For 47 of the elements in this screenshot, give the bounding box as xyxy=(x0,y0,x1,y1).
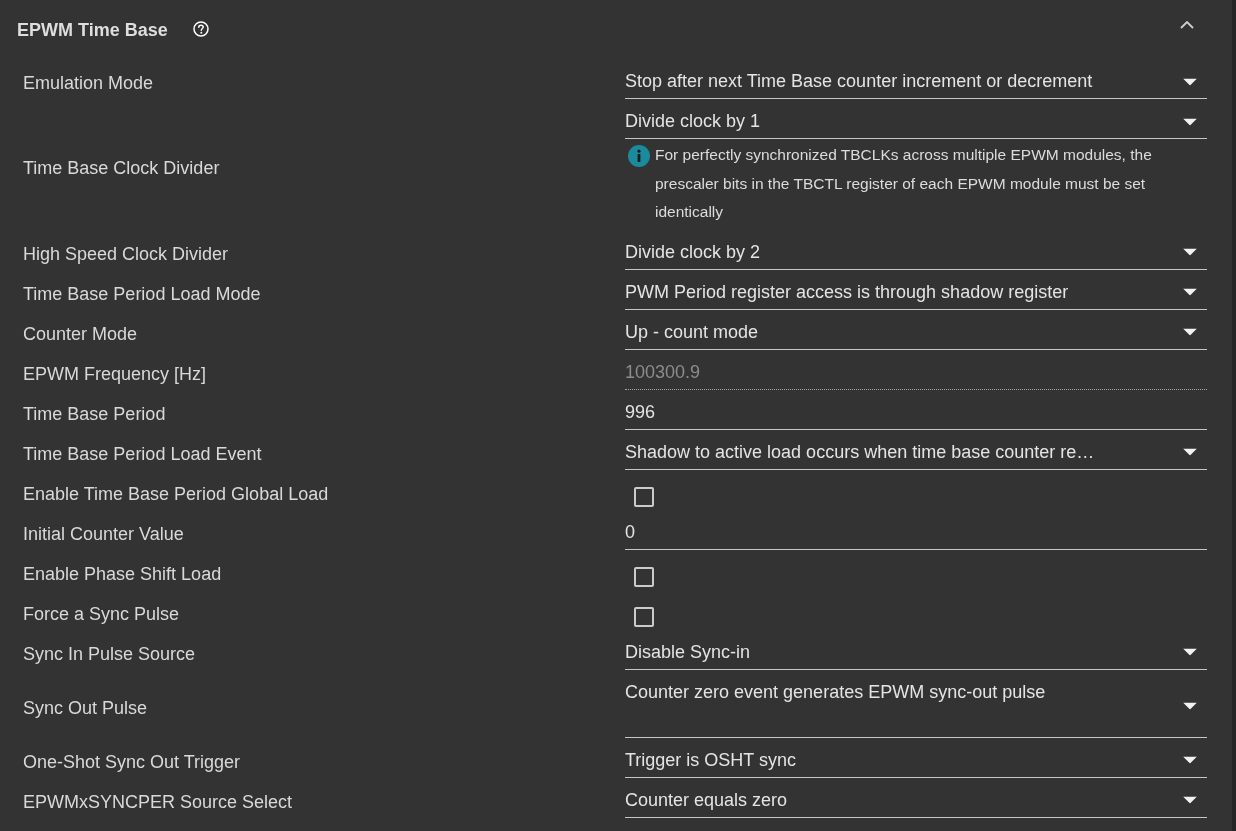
field-label: EPWM Frequency [Hz] xyxy=(23,362,208,385)
field-label: Force a Sync Pulse xyxy=(23,602,181,625)
help-icon[interactable] xyxy=(192,20,209,37)
dropdown[interactable]: Counter equals zero xyxy=(625,777,1207,818)
caret-down-icon xyxy=(1183,448,1197,456)
field-label: EPWMxSYNCPER Source Select xyxy=(23,790,294,813)
field-label: Enable Phase Shift Load xyxy=(23,562,223,585)
field-label: Time Base Period Load Event xyxy=(23,442,263,465)
dropdown[interactable]: Up - count mode xyxy=(625,309,1207,350)
input-field[interactable]: 0 xyxy=(625,509,1207,550)
input-field[interactable]: 996 xyxy=(625,389,1207,430)
field-label: Time Base Clock Divider xyxy=(23,157,221,180)
dropdown[interactable]: Divide clock by 1 xyxy=(625,99,1207,139)
caret-down-icon xyxy=(1183,328,1197,336)
section-title: EPWM Time Base xyxy=(17,18,168,41)
input-field: 100300.9 xyxy=(625,349,1207,390)
field-label: Sync In Pulse Source xyxy=(23,642,197,665)
chevron-up-icon xyxy=(1180,20,1194,29)
dropdown[interactable]: Divide clock by 2 xyxy=(625,229,1207,270)
field-label: Counter Mode xyxy=(23,322,139,345)
field-label: Sync Out Pulse xyxy=(23,696,149,719)
caret-down-icon xyxy=(1183,796,1197,804)
caret-down-icon xyxy=(1183,248,1197,256)
hint-text: For perfectly synchronized TBCLKs across multiple EPWM modules, the prescaler bits in the TBCTL register of each EPWM module must be set identically xyxy=(655,145,1153,222)
checkbox[interactable] xyxy=(634,486,654,507)
dropdown[interactable]: Shadow to active load occurs when time base counter re… xyxy=(625,429,1207,470)
checkbox[interactable] xyxy=(634,566,654,587)
caret-down-icon xyxy=(1183,118,1197,125)
field-label: Enable Time Base Period Global Load xyxy=(23,482,330,505)
checkbox[interactable] xyxy=(634,606,654,627)
dropdown[interactable]: Counter zero event generates EPWM sync-out pulse xyxy=(625,669,1207,738)
dropdown[interactable]: Disable Sync-in xyxy=(625,629,1207,670)
field-label: High Speed Clock Divider xyxy=(23,242,230,265)
field-label: One-Shot Sync Out Trigger xyxy=(23,750,242,773)
dropdown[interactable]: Stop after next Time Base counter increment or decrement xyxy=(625,59,1207,99)
info-icon xyxy=(628,145,650,167)
caret-down-icon xyxy=(1183,756,1197,764)
field-label: Time Base Period Load Mode xyxy=(23,282,262,305)
caret-down-icon xyxy=(1183,78,1197,85)
dropdown[interactable]: PWM Period register access is through shadow register xyxy=(625,269,1207,310)
caret-down-icon xyxy=(1183,648,1197,656)
caret-down-icon xyxy=(1183,702,1197,710)
caret-down-icon xyxy=(1183,288,1197,296)
dropdown[interactable]: Trigger is OSHT sync xyxy=(625,737,1207,778)
field-label: Initial Counter Value xyxy=(23,522,185,545)
field-label: Emulation Mode xyxy=(23,72,155,94)
field-label: Time Base Period xyxy=(23,402,167,425)
